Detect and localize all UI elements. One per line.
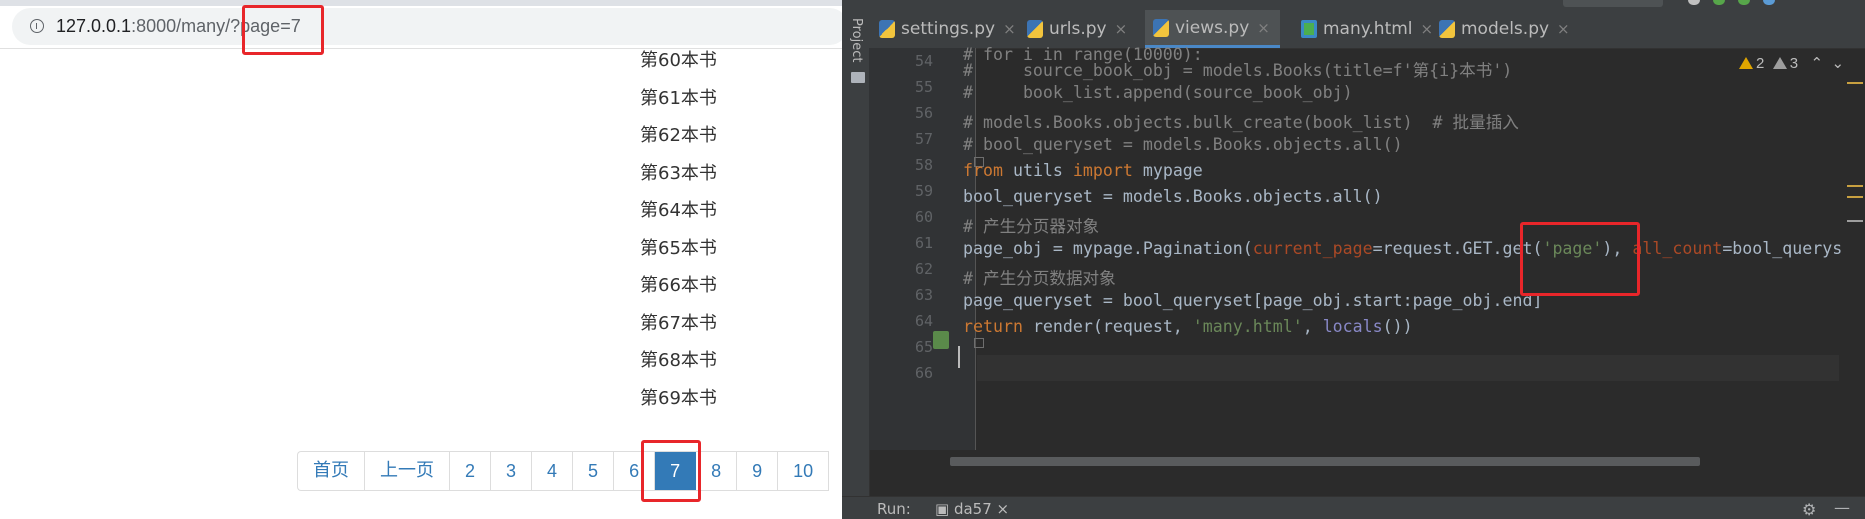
code-token: =request.GET.get(	[1372, 239, 1543, 258]
tab-label: urls.py	[1049, 19, 1107, 39]
page-link-2[interactable]: 2	[450, 452, 492, 490]
code-line-55: # source_book_obj = models.Books(title=f…	[963, 61, 1513, 80]
stripe-mark[interactable]	[1847, 82, 1863, 84]
list-item: 第63本书	[640, 162, 717, 184]
warning-icon	[1739, 57, 1753, 69]
list-item: 第68本书	[640, 350, 717, 371]
stripe-mark[interactable]	[1847, 196, 1863, 198]
list-item: 第67本书	[640, 312, 717, 334]
code-highlight-box	[1520, 222, 1640, 296]
page-link-9[interactable]: 9	[737, 452, 779, 490]
warning-count: 2	[1756, 55, 1765, 72]
list-item: 第65本书	[640, 237, 717, 259]
list-item: 第62本书	[640, 125, 717, 146]
python-file-icon	[1027, 20, 1043, 38]
python-file-icon	[879, 20, 895, 38]
toolbar-divider	[0, 48, 842, 49]
url-highlight-box	[242, 5, 324, 55]
code-token: ,	[1302, 317, 1323, 336]
run-config-name: da57	[953, 500, 992, 518]
keyword: import	[1072, 161, 1133, 180]
builtin-name: locals	[1322, 317, 1383, 336]
weak-warning-count: 3	[1789, 55, 1799, 72]
chevron-up-icon[interactable]: ⌃	[1811, 55, 1824, 72]
code-token: render(request,	[1022, 317, 1193, 336]
page-link-10[interactable]: 10	[778, 452, 830, 490]
gear-icon[interactable]: ⚙	[1802, 500, 1816, 519]
tab-label: models.py	[1461, 19, 1550, 39]
keyword: from	[963, 161, 1003, 180]
browser-tab-strip	[0, 0, 842, 6]
close-icon[interactable]: ×	[1003, 20, 1016, 38]
run-config-tab[interactable]: ▣ da57 ×	[935, 500, 1009, 518]
stripe-mark[interactable]	[1847, 185, 1863, 187]
string-literal: 'many.html'	[1192, 317, 1303, 336]
weak-warning-icon	[1772, 57, 1787, 69]
code-token: page_obj = mypage.Pagination(	[963, 239, 1253, 258]
page-link-8[interactable]: 8	[696, 452, 738, 490]
code-editor[interactable]: # for i in range(10000): # source_book_o…	[842, 45, 1865, 450]
code-token: ())	[1382, 317, 1413, 336]
run-config-selector[interactable]	[1563, 0, 1663, 7]
code-line-61: # 产生分页器对象	[963, 217, 1100, 236]
page-link-4[interactable]: 4	[532, 452, 574, 490]
inspection-widget[interactable]: 2 3 ⌃ ⌄	[1739, 54, 1844, 72]
list-item: 第66本书	[640, 275, 717, 296]
run-label: Run:	[877, 500, 911, 518]
code-line-58: # bool_queryset = models.Books.objects.a…	[963, 135, 1403, 154]
code-line-62: page_obj = mypage.Pagination(current_pag…	[963, 239, 1842, 258]
address-bar[interactable]: 127.0.0.1:8000/many/?page=7	[12, 8, 842, 45]
code-line-57: # models.Books.objects.bulk_create(book_…	[963, 113, 1519, 132]
list-item: 第64本书	[640, 200, 717, 221]
run-tool-bar: Run: ▣ da57 × ⚙ —	[842, 496, 1865, 519]
tab-label: many.html	[1323, 19, 1413, 39]
first-page-link[interactable]: 首页	[298, 452, 365, 490]
info-icon[interactable]	[30, 19, 44, 33]
pagination: 首页 上一页 2 3 4 5 6 7 8 9 10	[297, 451, 830, 491]
text-caret	[958, 346, 960, 368]
page-link-5[interactable]: 5	[573, 452, 615, 490]
stripe-mark[interactable]	[1847, 220, 1863, 222]
page-link-3[interactable]: 3	[491, 452, 533, 490]
minimize-icon[interactable]: —	[1834, 498, 1850, 517]
param-name: all_count	[1632, 239, 1723, 258]
code-line-64: page_queryset = bool_queryset[page_obj.s…	[963, 291, 1543, 310]
keyword: return	[963, 317, 1023, 336]
close-icon[interactable]: ×	[1557, 20, 1570, 38]
tab-many-html[interactable]: many.html ×	[1301, 10, 1433, 48]
close-icon[interactable]: ×	[1421, 20, 1434, 38]
list-item: 第69本书	[640, 387, 717, 409]
close-icon[interactable]: ×	[1257, 19, 1270, 37]
browser-window: 127.0.0.1:8000/many/?page=7 第60本书 第61本书 …	[0, 0, 842, 518]
close-icon[interactable]: ×	[1115, 20, 1128, 38]
list-item: 第60本书	[640, 50, 717, 71]
code-token: mypage	[1132, 161, 1203, 180]
code-line-63: # 产生分页数据对象	[963, 269, 1116, 288]
tab-label: settings.py	[901, 19, 996, 39]
tab-models-py[interactable]: models.py ×	[1439, 10, 1570, 48]
code-line-60: bool_queryset = models.Books.objects.all…	[963, 187, 1383, 206]
list-item: 第61本书	[640, 87, 717, 109]
prev-page-link[interactable]: 上一页	[365, 452, 450, 490]
html-file-icon	[1301, 20, 1317, 38]
code-token: =bool_querys	[1722, 239, 1843, 258]
horizontal-scrollbar[interactable]	[950, 457, 1700, 466]
active-page-highlight-box	[641, 440, 701, 502]
tab-label: views.py	[1175, 17, 1250, 38]
code-line-65: return render(request, 'many.html', loca…	[963, 317, 1413, 336]
chevron-down-icon[interactable]: ⌄	[1831, 55, 1844, 72]
code-token: utils	[1002, 161, 1073, 180]
code-line-56: # book_list.append(source_book_obj)	[963, 83, 1353, 102]
tab-urls-py[interactable]: urls.py ×	[1027, 10, 1127, 48]
address-host: 127.0.0.1	[56, 16, 132, 36]
tab-settings-py[interactable]: settings.py ×	[879, 10, 1016, 48]
tab-views-py[interactable]: views.py ×	[1145, 10, 1280, 48]
python-file-icon	[1153, 18, 1169, 37]
param-name: current_page	[1252, 239, 1373, 258]
code-line-59: from utils import mypage	[963, 161, 1203, 180]
python-file-icon	[1439, 20, 1455, 38]
book-list: 第60本书 第61本书 第62本书 第63本书 第64本书 第65本书 第66本…	[640, 50, 717, 425]
editor-tab-bar: settings.py × urls.py × views.py × many.…	[869, 10, 1865, 49]
